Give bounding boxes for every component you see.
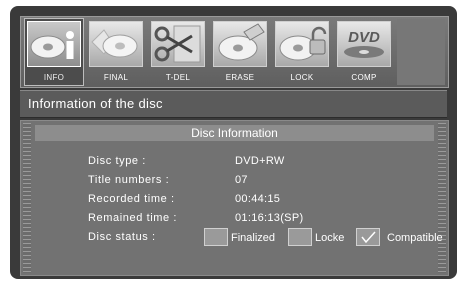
disc-erase-icon <box>213 21 267 67</box>
toolbar-lock-label: LOCK <box>290 73 314 82</box>
toolbar-tdel-button[interactable]: T-DEL <box>149 19 207 85</box>
checkmark-icon <box>361 231 376 244</box>
disc-type-label: Disc type : <box>88 155 146 167</box>
toolbar-erase-button[interactable]: ERASE <box>211 19 269 85</box>
toolbar-comp-label: COMP <box>351 73 377 82</box>
disc-info-panel: Disc Information Disc type : DVD+RW Titl… <box>20 120 449 276</box>
scissors-icon <box>151 21 205 67</box>
disc-info-icon <box>27 21 81 67</box>
disc-status-label: Disc status : <box>88 231 156 243</box>
dialog-frame: INFO FINAL T-DEL ERASE LOCK DVD COMP Inf… <box>10 6 457 279</box>
panel-right-stripe <box>438 123 446 273</box>
toolbar-final-button[interactable]: FINAL <box>87 19 145 85</box>
toolbar-empty-slot <box>397 19 445 85</box>
function-toolbar: INFO FINAL T-DEL ERASE LOCK DVD COMP <box>20 16 449 88</box>
remained-time-value: 01:16:13(SP) <box>235 212 304 224</box>
recorded-time-value: 00:44:15 <box>235 193 281 205</box>
compatible-checkbox[interactable] <box>356 228 380 246</box>
toolbar-info-button[interactable]: INFO <box>24 18 84 86</box>
section-header: Information of the disc <box>20 90 447 118</box>
toolbar-final-label: FINAL <box>103 73 129 82</box>
disc-lock-icon <box>275 21 329 67</box>
disc-finalize-icon <box>89 21 143 67</box>
title-numbers-value: 07 <box>235 174 248 186</box>
panel-left-stripe <box>23 123 31 273</box>
toolbar-lock-button[interactable]: LOCK <box>273 19 331 85</box>
toolbar-erase-label: ERASE <box>225 73 255 82</box>
dvd-logo-icon: DVD <box>337 21 391 67</box>
locked-label: Locke <box>315 232 345 244</box>
remained-time-label: Remained time : <box>88 212 178 224</box>
finalized-label: Finalized <box>231 232 276 244</box>
toolbar-info-label: INFO <box>43 73 65 82</box>
svg-text:DVD: DVD <box>348 29 380 46</box>
section-header-text: Information of the disc <box>28 96 163 111</box>
disc-type-value: DVD+RW <box>235 155 285 167</box>
locked-checkbox[interactable] <box>288 228 312 246</box>
finalized-checkbox[interactable] <box>204 228 228 246</box>
panel-title: Disc Information <box>35 125 434 141</box>
title-numbers-label: Title numbers : <box>88 174 170 186</box>
recorded-time-label: Recorded time : <box>88 193 175 205</box>
toolbar-comp-button[interactable]: DVD COMP <box>335 19 393 85</box>
toolbar-tdel-label: T-DEL <box>165 73 191 82</box>
compatible-label: Compatible <box>387 232 443 244</box>
